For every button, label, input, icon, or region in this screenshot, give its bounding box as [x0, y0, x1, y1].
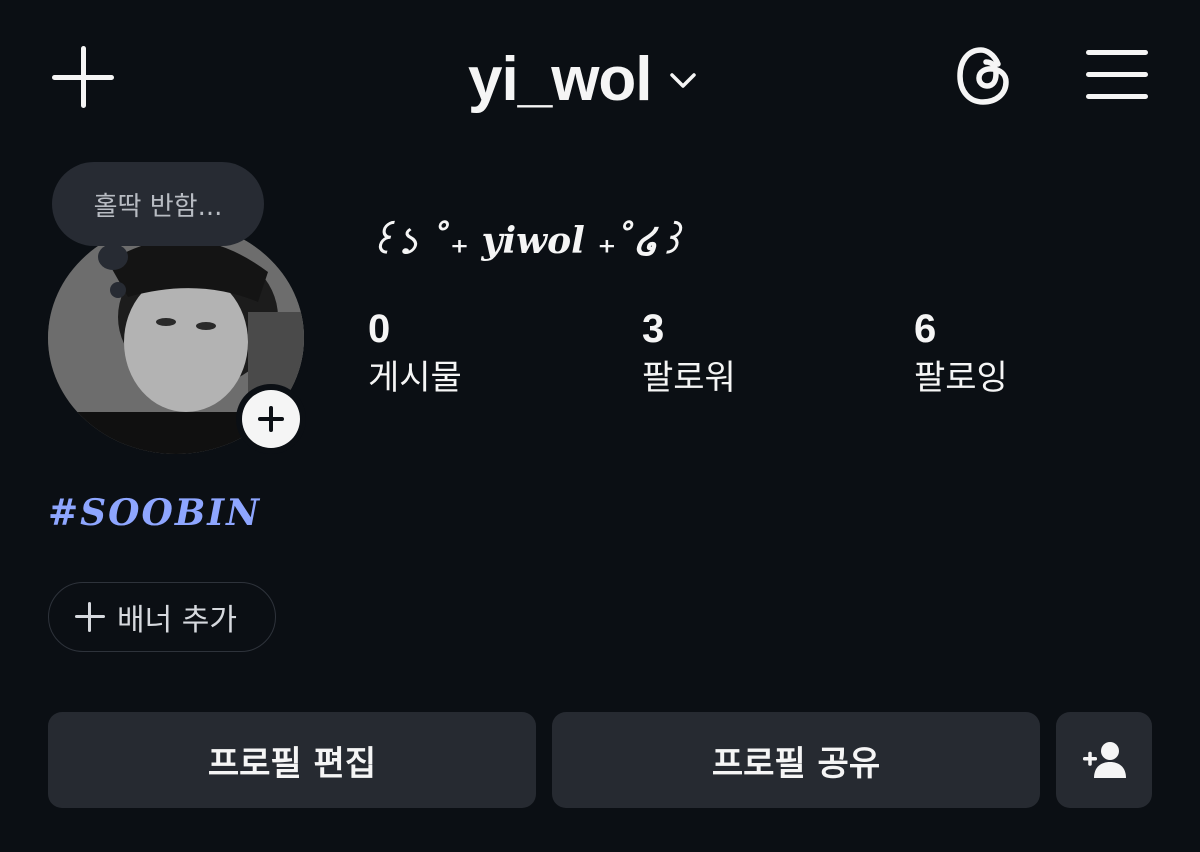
note-bubble-tail: [98, 244, 128, 270]
note-bubble-tail: [110, 282, 126, 298]
chevron-down-icon: [669, 73, 696, 88]
stat-posts[interactable]: 0 게시물: [368, 306, 568, 404]
add-story-button[interactable]: [236, 384, 306, 454]
stat-label: 팔로워: [642, 358, 736, 398]
menu-line: [1086, 72, 1148, 77]
note-text: 홀딱 반함...: [93, 191, 223, 222]
create-plus-icon[interactable]: [52, 46, 114, 108]
stat-followers[interactable]: 3 팔로워: [642, 306, 842, 404]
menu-line: [1086, 50, 1148, 55]
menu-line: [1086, 94, 1148, 99]
bio-text: #SOOBIN: [48, 492, 262, 534]
add-person-icon: [1083, 742, 1126, 778]
note-bubble[interactable]: 홀딱 반함...: [52, 162, 264, 246]
add-banner-button[interactable]: 배너 추가: [48, 582, 276, 652]
stat-value: 3: [642, 307, 665, 351]
stat-following[interactable]: 6 팔로잉: [914, 306, 1114, 404]
stat-value: 6: [914, 307, 937, 351]
share-profile-label: 프로필 공유: [711, 743, 881, 784]
plus-icon: [242, 390, 300, 448]
stat-value: 0: [368, 307, 391, 351]
edit-profile-label: 프로필 편집: [207, 743, 377, 784]
display-name: ꒰১ ˚₊ 𝒚𝒊𝒘𝒐𝒍 ₊˚໒꒱: [368, 220, 686, 262]
threads-icon[interactable]: [952, 44, 1016, 108]
add-banner-label: 배너 추가: [117, 603, 237, 638]
stat-label: 게시물: [368, 358, 462, 398]
username: yi_wol: [468, 45, 653, 114]
edit-profile-button[interactable]: 프로필 편집: [48, 712, 536, 808]
hamburger-menu-icon[interactable]: [1086, 50, 1148, 100]
discover-people-button[interactable]: [1056, 712, 1152, 808]
stat-label: 팔로잉: [914, 358, 1008, 398]
account-switcher[interactable]: yi_wol: [468, 40, 698, 120]
plus-icon: [75, 602, 105, 632]
share-profile-button[interactable]: 프로필 공유: [552, 712, 1040, 808]
top-bar: yi_wol: [0, 0, 1200, 150]
